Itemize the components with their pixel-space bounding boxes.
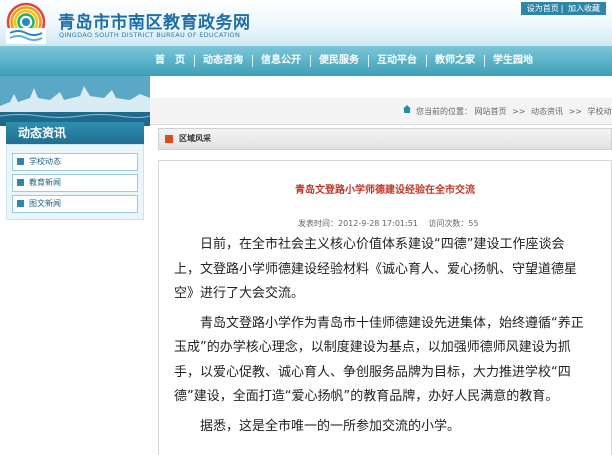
nav-item-public-service[interactable]: 便民服务 [310,46,368,76]
rainbow-sun-logo-icon[interactable] [6,2,46,44]
nav-item-teachers[interactable]: 教师之家 [426,46,484,76]
publish-time: 发表时间：2012-9-28 17:01:51 [298,219,418,228]
site-subtitle: QINGDAO SOUTH DISTRICT BUREAU OF EDUCATI… [59,31,241,39]
breadcrumb-link-news[interactable]: 动态资讯 [531,107,563,116]
article-paragraph: 青岛文登路小学作为青岛市十佳师德建设先进集体，始终遵循“养正玉成”的办学核心理念… [174,315,584,405]
sidebar-item-label: 教育新闻 [29,178,61,187]
article-paragraph: 据悉，这是全市唯一的一所参加交流的小学。 [200,418,461,434]
top-links: 设为首页 | 加入收藏 [520,2,606,15]
section-title: 区域风采 [179,134,211,143]
breadcrumb-link-home[interactable]: 网站首页 [475,107,507,116]
view-count: 访问次数：55 [428,219,479,228]
square-bullet-icon [17,179,24,186]
nav-item-interaction[interactable]: 互动平台 [368,46,426,76]
breadcrumb-link-school-news[interactable]: 学校动态 [588,107,612,116]
add-favorite-link[interactable]: 加入收藏 [568,4,600,13]
breadcrumb-prefix: 您当前的位置： [416,107,472,116]
square-bullet-icon [17,200,24,207]
site-header: 设为首页 | 加入收藏 青岛市市南区教育政务网 QINGDAO SOUTH DIS… [0,0,612,46]
sidebar-item-school-news[interactable]: 学校动态 [12,153,138,171]
set-homepage-link[interactable]: 设为首页 [527,4,559,13]
section-header: 区域风采 [158,128,612,150]
sidebar-item-photo-news[interactable]: 图文新闻 [12,195,138,213]
nav-item-news[interactable]: 动态咨询 [194,46,252,76]
city-banner-image [0,76,150,126]
article-title: 青岛文登路小学师德建设经验在全市交流 [295,185,475,196]
sidebar-item-label: 学校动态 [29,157,61,166]
sidebar-title: 动态资讯 [6,122,144,144]
article-paragraph: 日前，在全市社会主义核心价值体系建设“四德”建设工作座谈会上，文登路小学师德建设… [174,237,578,301]
main-nav: 首 页 动态咨询 信息公开 便民服务 互动平台 教师之家 学生园地 [0,46,612,76]
nav-item-students[interactable]: 学生园地 [484,46,542,76]
sidebar-item-education-news[interactable]: 教育新闻 [12,174,138,192]
square-bullet-icon [165,135,173,143]
nav-item-info-disclosure[interactable]: 信息公开 [252,46,310,76]
article-meta: 发表时间：2012-9-28 17:01:51 访问次数：55 [298,218,487,229]
home-icon [403,105,411,113]
article-body: 日前，在全市社会主义核心价值体系建设“四德”建设工作座谈会上，文登路小学师德建设… [174,233,584,444]
sidebar-item-label: 图文新闻 [29,199,61,208]
nav-item-home[interactable]: 首 页 [146,46,194,76]
site-title: 青岛市市南区教育政务网 [58,13,251,33]
sidebar-menu: 学校动态 教育新闻 图文新闻 [6,144,144,220]
breadcrumb: 您当前的位置： 网站首页 >> 动态资讯 >> 学校动态 [416,106,612,117]
square-bullet-icon [17,158,24,165]
